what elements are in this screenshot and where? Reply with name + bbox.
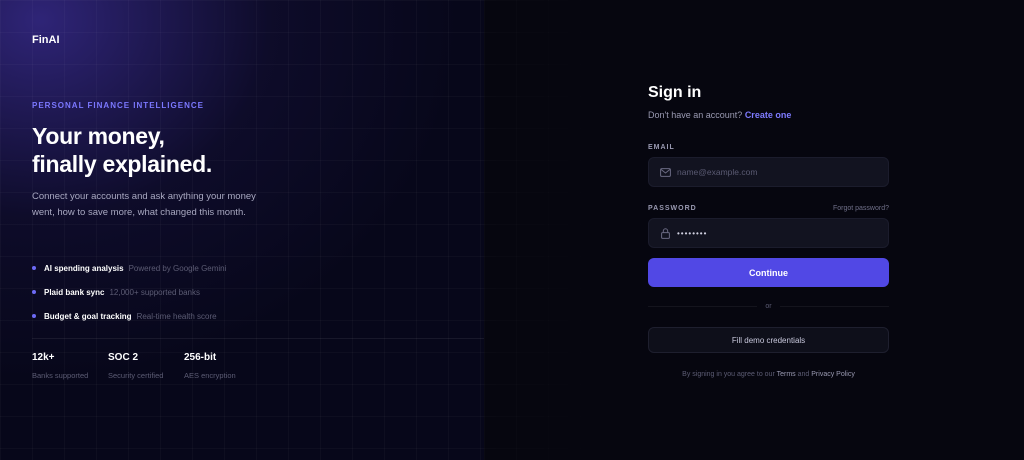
terms-notice: By signing in you agree to our Terms and…	[648, 371, 889, 378]
fill-demo-button[interactable]: Fill demo credentials	[648, 327, 889, 353]
continue-button[interactable]: Continue	[648, 258, 889, 287]
lock-icon	[659, 227, 671, 239]
forgot-password-link[interactable]: Forgot password?	[833, 205, 889, 212]
app-logo[interactable]: FinAI	[32, 34, 60, 46]
or-text: or	[757, 302, 780, 310]
feature-subtitle: 12,000+ supported banks	[109, 287, 200, 297]
password-field[interactable]	[648, 218, 889, 248]
headline-line-2: finally explained.	[32, 151, 212, 177]
or-divider: or	[648, 299, 889, 313]
feature-subtitle: Powered by Google Gemini	[128, 263, 227, 273]
stat-value: 12k+	[32, 352, 55, 363]
stats-row: 12k+ Banks supported SOC 2 Security cert…	[32, 352, 260, 380]
signin-form: Sign in Don't have an account? Create on…	[648, 84, 889, 378]
stat-security: SOC 2 Security certified	[108, 352, 184, 380]
signin-subtitle: Don't have an account? Create one	[648, 110, 889, 120]
stat-value: SOC 2	[108, 352, 139, 363]
feature-item: Plaid bank sync 12,000+ supported banks	[32, 280, 226, 304]
terms-prefix: By signing in you agree to our	[682, 371, 775, 378]
grid-fade	[484, 0, 604, 460]
stat-label: AES encryption	[184, 371, 236, 380]
terms-and: and	[797, 371, 810, 378]
feature-title: Budget & goal tracking	[44, 311, 132, 321]
stat-label: Banks supported	[32, 371, 89, 380]
feature-title: AI spending analysis	[44, 263, 124, 273]
feature-subtitle: Real-time health score	[136, 311, 217, 321]
stat-banks: 12k+ Banks supported	[32, 352, 108, 380]
password-label: PASSWORD	[648, 205, 697, 212]
bullet-dot-icon	[32, 314, 36, 318]
hero-panel	[0, 0, 484, 460]
headline-line-1: Your money,	[32, 123, 165, 149]
signin-title: Sign in	[648, 84, 702, 101]
stat-value: 256-bit	[184, 352, 217, 363]
password-label-row: PASSWORD Forgot password?	[648, 205, 889, 212]
email-label: EMAIL	[648, 144, 675, 151]
stat-label: Security certified	[108, 371, 164, 380]
bullet-dot-icon	[32, 266, 36, 270]
feature-title: Plaid bank sync	[44, 287, 105, 297]
feature-item: Budget & goal tracking Real-time health …	[32, 304, 226, 328]
bullet-dot-icon	[32, 290, 36, 294]
email-input[interactable]	[677, 167, 878, 177]
hero-headline: Your money, finally explained.	[32, 122, 212, 178]
feature-item: AI spending analysis Powered by Google G…	[32, 256, 226, 280]
hero-description: Connect your accounts and ask anything y…	[32, 191, 256, 218]
hero-eyebrow: PERSONAL FINANCE INTELLIGENCE	[32, 101, 204, 110]
password-input[interactable]	[677, 228, 878, 238]
terms-link[interactable]: Terms	[777, 371, 796, 378]
stat-encryption: 256-bit AES encryption	[184, 352, 260, 380]
create-account-link[interactable]: Create one	[745, 110, 792, 120]
stats-divider	[32, 338, 484, 339]
mail-icon	[659, 166, 671, 178]
privacy-link[interactable]: Privacy Policy	[811, 371, 855, 378]
subtitle-text: Don't have an account?	[648, 110, 743, 120]
feature-list: AI spending analysis Powered by Google G…	[32, 256, 226, 328]
email-field[interactable]	[648, 157, 889, 187]
